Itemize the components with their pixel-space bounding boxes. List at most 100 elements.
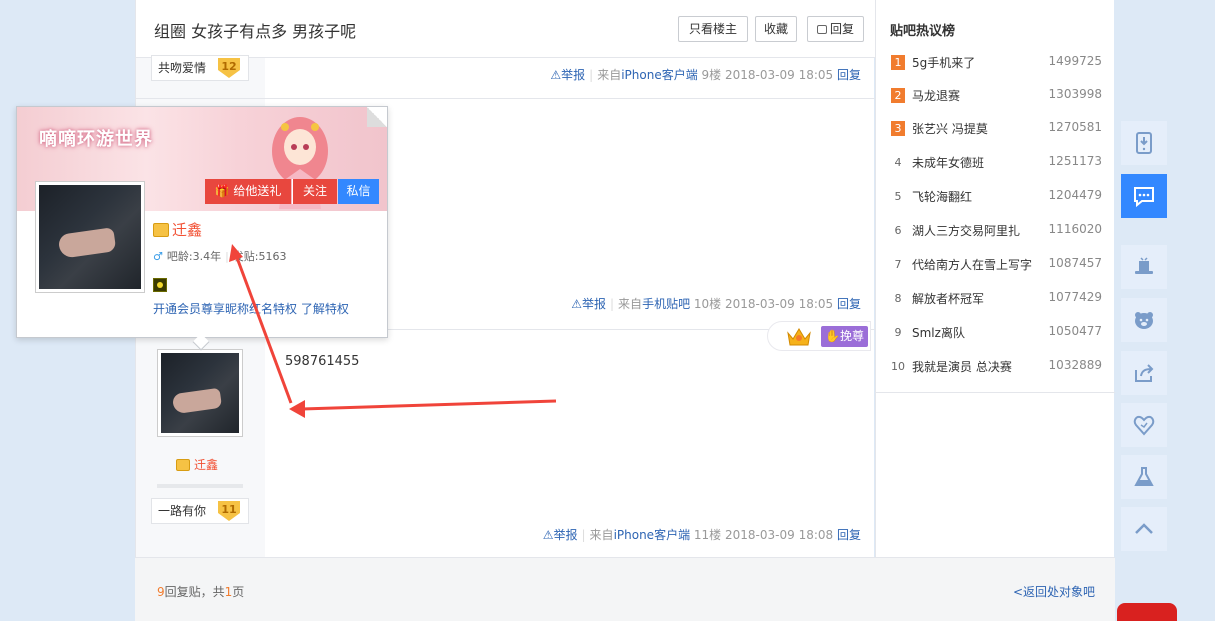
private-message-button[interactable]: 私信 <box>338 179 379 204</box>
card-avatar[interactable] <box>35 181 145 293</box>
crown-button[interactable]: ✋挽尊 <box>821 326 868 347</box>
hot-item[interactable]: 9 Smlz离队 1050477 <box>888 324 1103 344</box>
hot-item[interactable]: 3 张艺兴 冯提莫 1270581 <box>888 120 1102 140</box>
share-button[interactable] <box>1121 351 1167 395</box>
hot-count: 1087457 <box>1048 256 1102 270</box>
post-username[interactable]: 迁鑫 <box>176 456 218 473</box>
hot-rank: 10 <box>891 360 905 373</box>
flask-icon <box>1134 467 1154 486</box>
level-number: 11 <box>218 501 240 521</box>
hot-name: 解放者杯冠军 <box>912 292 985 306</box>
hot-rank: 4 <box>894 156 902 169</box>
post-tail: ⚠举报 | 来自iPhone客户端 9楼 2018-03-09 18:05 回复 <box>550 68 861 82</box>
only-op-button[interactable]: 只看楼主 <box>678 16 748 42</box>
back-to-top-icon <box>1135 523 1153 534</box>
hot-name: 湖人三方交易阿里扎 <box>912 224 1021 238</box>
message-icon <box>1134 187 1154 208</box>
gender-male-icon: ♂ <box>153 250 163 263</box>
hot-name: 我就是演员 总决赛 <box>912 360 1012 374</box>
avatar[interactable] <box>157 349 243 437</box>
level-badge[interactable]: 共吻爱情 12 <box>151 55 249 81</box>
hot-name: 未成年女德班 <box>912 156 985 170</box>
floor-number: 9楼 <box>701 68 722 82</box>
avatar-image <box>161 353 239 433</box>
source-link[interactable]: 手机贴吧 <box>642 297 690 311</box>
level-name: 共吻爱情 <box>158 61 207 75</box>
reply-count: 9回复贴，共1页 <box>157 585 245 599</box>
card-username[interactable]: 迁鑫 <box>153 219 202 240</box>
vip-icon <box>153 223 169 237</box>
hot-item[interactable]: 2 马龙退赛 1303998 <box>888 87 1102 107</box>
message-button[interactable] <box>1121 174 1167 218</box>
hot-item[interactable]: 8 解放者杯冠军 1077429 <box>888 290 1103 310</box>
report-link[interactable]: ⚠举报 <box>571 297 606 311</box>
post-floor-9: 共吻爱情 12 ⚠举报 | 来自iPhone客户端 9楼 2018-03-09 18… <box>136 55 875 99</box>
back-to-top-button[interactable] <box>1121 507 1167 551</box>
reply-button[interactable]: 回复 <box>807 16 864 42</box>
hot-item[interactable]: 5 飞轮海翻红 1204479 <box>888 188 1103 208</box>
hot-rank: 3 <box>891 121 905 136</box>
hot-item[interactable]: 4 未成年女德班 1251173 <box>888 154 1103 174</box>
back-link[interactable]: <返回处对象吧 <box>1013 583 1095 600</box>
lab-button[interactable] <box>1121 455 1167 499</box>
source-link[interactable]: iPhone客户端 <box>614 528 691 542</box>
hot-rank: 9 <box>894 326 902 339</box>
hot-name: 飞轮海翻红 <box>912 190 973 204</box>
favorite-heart-button[interactable] <box>1121 403 1167 447</box>
post-reply-link[interactable]: 回复 <box>837 528 861 542</box>
bear-button[interactable] <box>1121 298 1167 342</box>
post-floor-11: 一路有你 11 ⚠举报 | 来自iPhone客户端 11楼 2018-03-09 1… <box>136 330 875 557</box>
vip-icon <box>176 459 190 471</box>
share-icon <box>1135 364 1154 382</box>
phone-download-icon <box>1136 132 1152 154</box>
report-link[interactable]: ⚠举报 <box>543 528 578 542</box>
post-time: 2018-03-09 18:08 <box>725 528 834 542</box>
level-name: 一路有你 <box>158 504 207 518</box>
hot-count: 1303998 <box>1048 87 1102 101</box>
hot-name: 代给南方人在雪上写字 <box>912 258 1033 272</box>
bear-icon <box>1135 312 1153 329</box>
avatar-image <box>39 185 141 289</box>
floor-number: 10楼 <box>693 297 722 311</box>
hot-rank: 8 <box>894 292 902 305</box>
post-time: 2018-03-09 18:05 <box>725 68 834 82</box>
magic-hat-icon <box>1135 257 1153 274</box>
user-card-popup: 嘀嘀环游世界 🎁 给他送礼 关注 私信 迁鑫 ♂ 吧龄:3.4年 | 发贴:5163 … <box>16 106 388 351</box>
heart-icon <box>1133 415 1155 436</box>
follow-button[interactable]: 关注 <box>292 179 337 204</box>
hot-rank: 5 <box>894 190 902 203</box>
hot-count: 1116020 <box>1048 222 1102 236</box>
mailbox-widget[interactable] <box>1117 603 1177 621</box>
post-content: 598761455 <box>285 354 360 369</box>
source-link[interactable]: iPhone客户端 <box>621 68 698 82</box>
level-badge[interactable]: 一路有你 11 <box>151 498 249 524</box>
send-gift-button[interactable]: 🎁 给他送礼 <box>205 179 291 204</box>
source-prefix: 来自 <box>618 297 643 311</box>
report-link[interactable]: ⚠举报 <box>550 68 585 82</box>
hot-item[interactable]: 10 我就是演员 总决赛 1032889 <box>888 358 1102 378</box>
post-reply-link[interactable]: 回复 <box>837 68 861 82</box>
corner-fold <box>367 107 387 127</box>
hot-count: 1270581 <box>1048 120 1102 134</box>
sidebar-title: 贴吧热议榜 <box>890 24 956 39</box>
sidebar-divider <box>876 392 1115 393</box>
phone-download-button[interactable] <box>1121 121 1167 165</box>
thread-footer: 9回复贴，共1页 <返回处对象吧 <box>135 557 1115 621</box>
source-prefix: 来自 <box>589 528 614 542</box>
post-time: 2018-03-09 18:05 <box>725 297 834 311</box>
hot-rank: 1 <box>891 55 905 70</box>
card-meta: ♂ 吧龄:3.4年 | 发贴:5163 <box>153 250 287 263</box>
hot-item[interactable]: 6 湖人三方交易阿里扎 1116020 <box>888 222 1103 242</box>
hot-item[interactable]: 1 5g手机来了 1499725 <box>888 54 1102 74</box>
crown-tag[interactable]: ✋挽尊 <box>767 321 871 351</box>
thread-title: 组圈 女孩子有点多 男孩子呢 <box>154 22 357 41</box>
post-reply-link[interactable]: 回复 <box>837 297 861 311</box>
hot-count: 1499725 <box>1048 54 1102 68</box>
level-number: 12 <box>218 58 240 78</box>
favorite-button[interactable]: 收藏 <box>755 16 797 42</box>
magic-hat-button[interactable] <box>1121 245 1167 289</box>
source-prefix: 来自 <box>597 68 622 82</box>
hot-name: 马龙退赛 <box>912 89 961 103</box>
hot-item[interactable]: 7 代给南方人在雪上写字 1087457 <box>888 256 1103 276</box>
learn-privileges-link[interactable]: 了解特权 <box>301 302 349 316</box>
